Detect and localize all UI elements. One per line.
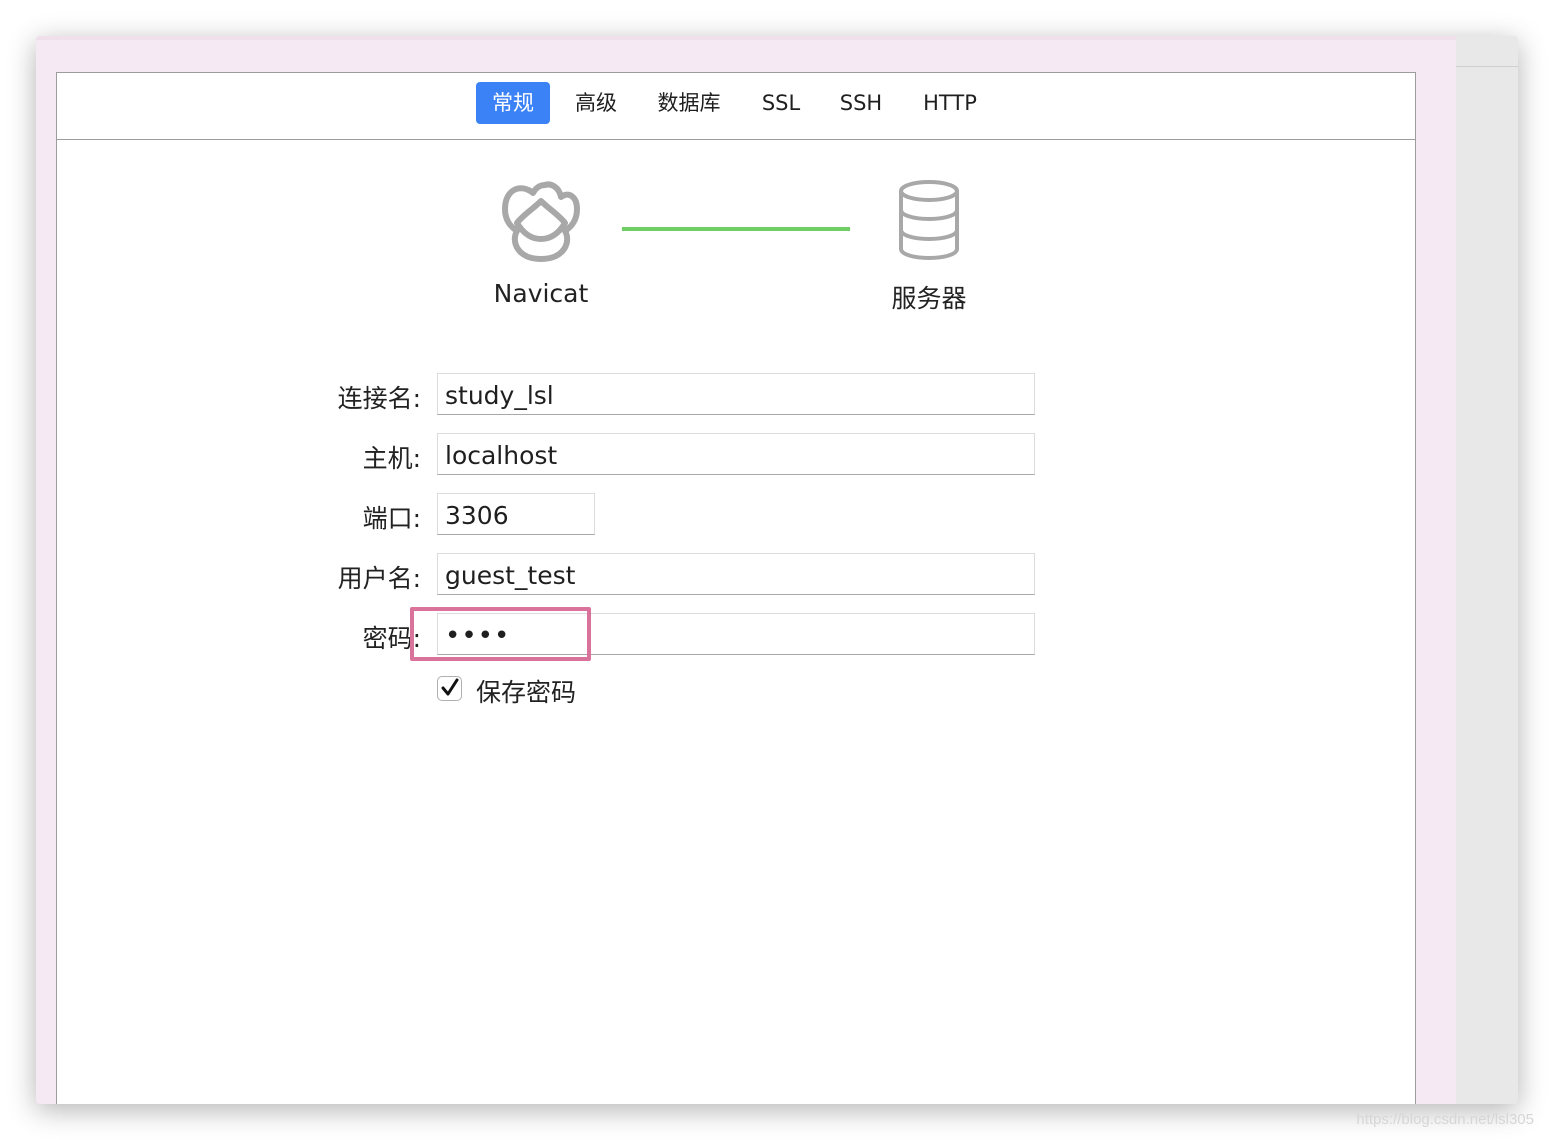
client-label: Navicat bbox=[493, 279, 589, 308]
tab-http[interactable]: HTTP bbox=[912, 82, 988, 124]
password-highlight-box bbox=[410, 607, 591, 661]
tab-bar: 常规 高级 数据库 SSL SSH HTTP bbox=[57, 73, 1415, 140]
checkmark-icon bbox=[441, 678, 459, 696]
watermark: https://blog.csdn.net/lsl305 bbox=[1356, 1111, 1534, 1128]
connection-window: 常规 高级 数据库 SSL SSH HTTP Navicat 服务器 连接名: … bbox=[36, 36, 1518, 1104]
connection-name-input[interactable]: study_lsl bbox=[437, 373, 1035, 415]
window-top-edge bbox=[36, 36, 1456, 40]
tab-ssl[interactable]: SSL bbox=[750, 82, 812, 124]
host-label: 主机: bbox=[362, 444, 421, 473]
username-label: 用户名: bbox=[337, 564, 421, 593]
database-icon bbox=[896, 179, 962, 261]
save-password-label: 保存密码 bbox=[476, 678, 577, 707]
username-input[interactable]: guest_test bbox=[437, 553, 1035, 595]
navicat-logo-icon bbox=[499, 179, 583, 263]
save-password-checkbox[interactable] bbox=[437, 676, 462, 701]
connection-line bbox=[622, 227, 850, 231]
tab-advanced[interactable]: 高级 bbox=[565, 82, 627, 124]
password-label: 密码: bbox=[362, 624, 421, 653]
port-input[interactable]: 3306 bbox=[437, 493, 595, 535]
tab-ssh[interactable]: SSH bbox=[829, 82, 893, 124]
port-label: 端口: bbox=[362, 504, 421, 533]
side-strip-divider bbox=[1456, 66, 1518, 67]
connection-name-label: 连接名: bbox=[337, 384, 421, 413]
settings-panel: 常规 高级 数据库 SSL SSH HTTP Navicat 服务器 连接名: … bbox=[56, 72, 1416, 1104]
host-input[interactable]: localhost bbox=[437, 433, 1035, 475]
tab-database[interactable]: 数据库 bbox=[647, 82, 731, 124]
window-side-strip bbox=[1456, 36, 1518, 1104]
server-label: 服务器 bbox=[891, 284, 967, 313]
tab-general[interactable]: 常规 bbox=[476, 82, 550, 124]
